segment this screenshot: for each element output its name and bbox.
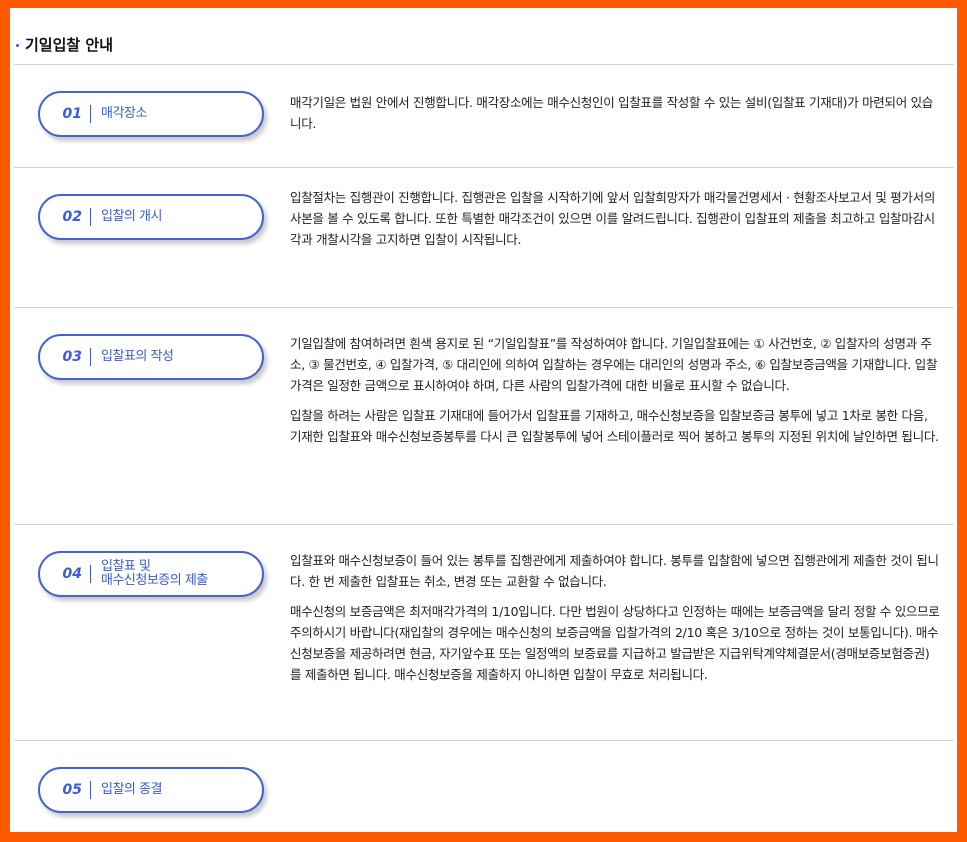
- step-02-separator: [90, 208, 91, 226]
- step-03-paragraph-2: 입찰을 하려는 사람은 입찰표 기재대에 들어가서 입찰표를 기재하고, 매수신…: [290, 408, 939, 444]
- step-04: 04 입찰표 및 매수신청보증의 제출 입찰표와 매수신청보증이 들어 있는 봉…: [14, 525, 954, 741]
- step-05-pill[interactable]: 05 입찰의 종결: [38, 767, 264, 813]
- step-05: 05 입찰의 종결: [14, 741, 954, 832]
- step-04-label-line-2: 매수신청보증의 제출: [101, 573, 208, 588]
- step-02: 02 입찰의 개시 입찰절차는 집행관이 진행합니다. 집행관은 입찰을 시작하…: [14, 168, 954, 308]
- step-04-description: 입찰표와 매수신청보증이 들어 있는 봉투를 집행관에게 제출하여야 합니다. …: [290, 550, 940, 694]
- step-01-number: 01: [62, 106, 82, 122]
- step-04-label: 입찰표 및 매수신청보증의 제출: [101, 560, 208, 588]
- step-02-label: 입찰의 개시: [101, 209, 162, 224]
- step-05-label: 입찰의 종결: [101, 782, 162, 797]
- step-01-separator: [90, 105, 91, 123]
- step-01-description: 매각기일은 법원 안에서 진행합니다. 매각장소에는 매수신청인이 입찰표를 작…: [290, 92, 940, 143]
- step-04-number: 04: [62, 566, 82, 582]
- page-title-text: 기일입찰 안내: [25, 36, 114, 54]
- page-frame: 기일입찰 안내 01 매각장소 매각기일은 법원 안에서 진행합니다. 매각장소…: [0, 0, 967, 842]
- step-02-paragraph: 입찰절차는 집행관이 진행합니다. 집행관은 입찰을 시작하기에 앞서 입찰희망…: [290, 190, 936, 247]
- step-04-paragraph-2: 매수신청의 보증금액은 최저매각가격의 1/10입니다. 다만 법원이 상당하다…: [290, 604, 940, 682]
- step-01-pill[interactable]: 01 매각장소: [38, 91, 264, 137]
- step-04-label-line-1: 입찰표 및: [101, 559, 151, 574]
- step-03-description: 기일입찰에 참여하려면 흰색 용지로 된 “기일입찰표”를 작성하여야 합니다.…: [290, 333, 940, 456]
- step-05-separator: [90, 781, 91, 799]
- page-title: 기일입찰 안내: [16, 34, 113, 55]
- step-03-label: 입찰표의 작성: [101, 349, 174, 364]
- step-02-description: 입찰절차는 집행관이 진행합니다. 집행관은 입찰을 시작하기에 앞서 입찰희망…: [290, 187, 940, 259]
- step-02-pill[interactable]: 02 입찰의 개시: [38, 194, 264, 240]
- step-04-paragraph-1: 입찰표와 매수신청보증이 들어 있는 봉투를 집행관에게 제출하여야 합니다. …: [290, 553, 939, 589]
- step-02-number: 02: [62, 209, 82, 225]
- bullet-dot-icon: [16, 44, 19, 47]
- step-03: 03 입찰표의 작성 기일입찰에 참여하려면 흰색 용지로 된 “기일입찰표”를…: [14, 308, 954, 525]
- step-05-number: 05: [62, 782, 82, 798]
- step-01-paragraph: 매각기일은 법원 안에서 진행합니다. 매각장소에는 매수신청인이 입찰표를 작…: [290, 95, 933, 131]
- step-03-pill[interactable]: 03 입찰표의 작성: [38, 334, 264, 380]
- step-04-pill[interactable]: 04 입찰표 및 매수신청보증의 제출: [38, 551, 264, 597]
- step-03-number: 03: [62, 349, 82, 365]
- step-01-label: 매각장소: [101, 106, 147, 121]
- step-03-separator: [90, 348, 91, 366]
- step-04-separator: [90, 565, 91, 583]
- step-03-paragraph-1: 기일입찰에 참여하려면 흰색 용지로 된 “기일입찰표”를 작성하여야 합니다.…: [290, 336, 938, 393]
- step-01: 01 매각장소 매각기일은 법원 안에서 진행합니다. 매각장소에는 매수신청인…: [14, 65, 954, 168]
